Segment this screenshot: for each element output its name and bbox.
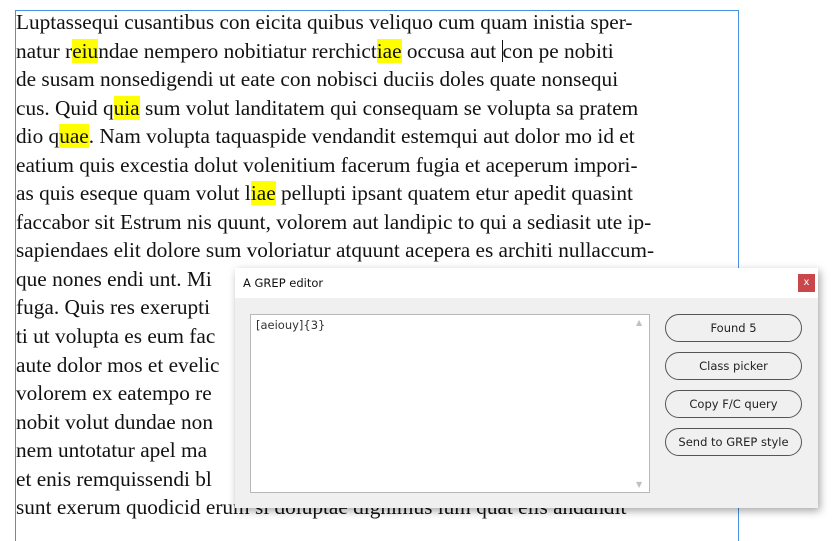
grep-query-input[interactable]: [aeiouy]{3} ▲ ▼	[250, 314, 650, 493]
text-run: et enis remquissendi bl	[16, 466, 212, 491]
text-run: nem untotatur apel ma	[16, 438, 208, 463]
scrollbar[interactable]: ▲ ▼	[633, 315, 649, 492]
text-run: Luptassequi cusantibus con eicita quibus…	[16, 10, 633, 34]
grep-query-text[interactable]: [aeiouy]{3}	[256, 318, 325, 332]
text-run: de susam nonsedigendi ut eate con nobisc…	[16, 67, 619, 92]
text-run: pellupti ipsant quatem etur apedit quasi…	[275, 181, 633, 206]
text-line: cus. Quid quia sum volut landitatem qui …	[16, 94, 736, 123]
text-run: fuga. Quis res exerupti	[16, 295, 210, 320]
text-run: . Nam volupta taquaspide vendandit estem…	[88, 124, 635, 149]
dialog-titlebar[interactable]: A GREP editor x	[235, 268, 818, 298]
found-button[interactable]: Found 5	[665, 314, 802, 342]
text-run: que nones endi unt. Mi	[16, 266, 212, 291]
text-run: ti ut volupta es eum fac	[16, 324, 216, 349]
class-picker-button[interactable]: Class picker	[665, 352, 802, 380]
text-run: faccabor sit Estrum nis quunt, volorem a…	[16, 209, 652, 234]
text-run: sapiendaes elit dolore sum voloriatur at…	[16, 238, 655, 263]
text-run: natur r	[16, 38, 73, 63]
text-run: ndae nempero nobitiatur rerchict	[98, 38, 377, 63]
text-run: dio q	[16, 124, 60, 149]
close-button[interactable]: x	[798, 274, 815, 292]
text-run: as quis eseque quam volut l	[16, 181, 251, 206]
scroll-down-icon[interactable]: ▼	[636, 480, 642, 489]
send-to-grep-style-button[interactable]: Send to GREP style	[665, 428, 802, 456]
text-run: aute dolor mos et evelic	[16, 352, 220, 377]
text-line: sapiendaes elit dolore sum voloriatur at…	[16, 236, 736, 265]
dialog-title: A GREP editor	[243, 276, 324, 290]
text-line: eatium quis excestia dolut volenitium fa…	[16, 151, 736, 180]
grep-match-highlight: uae	[59, 124, 89, 149]
grep-match-highlight: eiu	[72, 38, 99, 63]
text-line: Luptassequi cusantibus con eicita quibus…	[16, 8, 736, 37]
text-run: con pe nobiti	[502, 38, 614, 63]
copy-fc-query-button[interactable]: Copy F/C query	[665, 390, 802, 418]
text-run: nobit volut dundae non	[16, 409, 213, 434]
text-line: faccabor sit Estrum nis quunt, volorem a…	[16, 208, 736, 237]
scroll-up-icon[interactable]: ▲	[636, 318, 642, 327]
text-run: sum volut landitatem qui consequam se vo…	[139, 95, 639, 120]
text-line: de susam nonsedigendi ut eate con nobisc…	[16, 65, 736, 94]
text-line: natur reiundae nempero nobitiatur rerchi…	[16, 37, 736, 66]
grep-match-highlight: iae	[250, 181, 276, 206]
grep-match-highlight: iae	[376, 38, 402, 63]
text-line: dio quae. Nam volupta taquaspide vendand…	[16, 122, 736, 151]
text-run: volorem ex eatempo re	[16, 381, 212, 406]
text-line: as quis eseque quam volut liae pellupti …	[16, 179, 736, 208]
grep-match-highlight: uia	[113, 95, 140, 120]
text-run: occusa aut	[401, 38, 502, 63]
text-run: cus. Quid q	[16, 95, 114, 120]
grep-editor-dialog: A GREP editor x [aeiouy]{3} ▲ ▼ Found 5 …	[235, 268, 818, 508]
text-run: eatium quis excestia dolut volenitium fa…	[16, 152, 638, 177]
